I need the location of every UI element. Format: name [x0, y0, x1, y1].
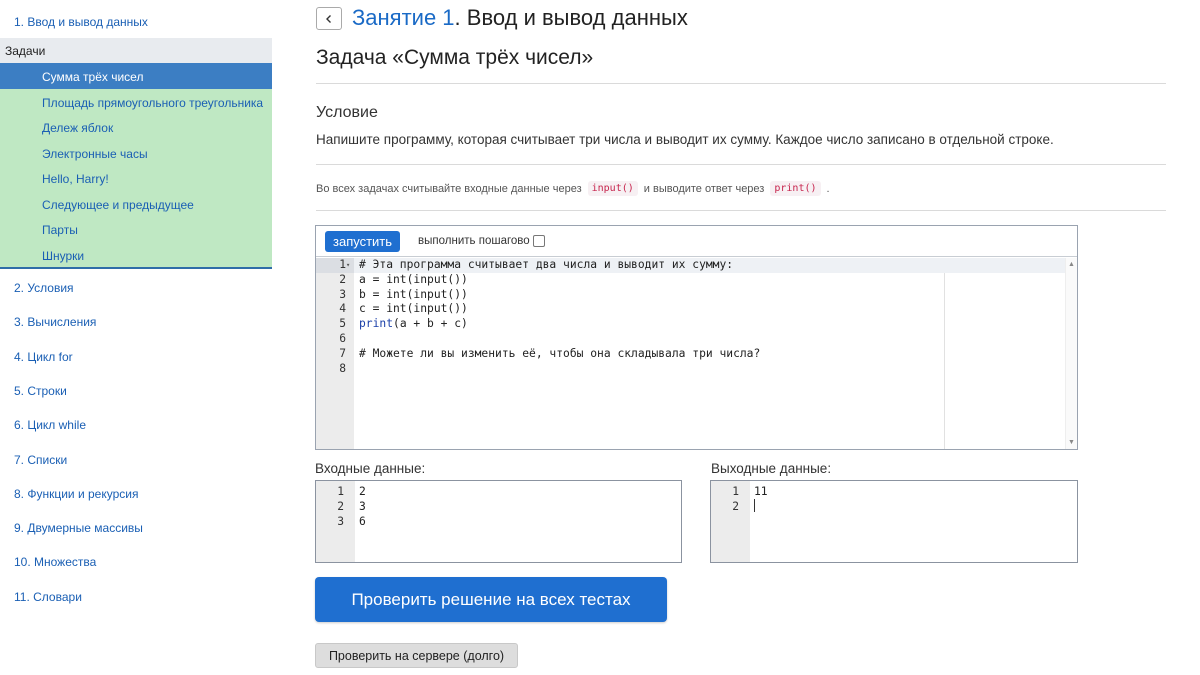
- chevron-left-icon: [326, 14, 331, 23]
- code-editor: запустить выполнить пошагово 1 ▾ # Эта про…: [315, 225, 1078, 450]
- task-title: Задача «Сумма трёх чисел»: [316, 46, 594, 69]
- code-line: 1 ▾ # Эта программа считывает два числа и …: [316, 258, 1065, 273]
- code-line: 4 c = int(input()): [316, 302, 1065, 317]
- sidebar-task-item[interactable]: Hello, Harry!: [0, 165, 272, 191]
- line-number: 7: [339, 346, 346, 360]
- run-button[interactable]: запустить: [325, 230, 401, 252]
- line-number: 8: [339, 361, 346, 375]
- line-number: 1: [337, 485, 344, 498]
- sidebar-task-item[interactable]: Парты: [0, 216, 272, 242]
- line-number: 2: [732, 500, 739, 513]
- line-number: 4: [339, 302, 346, 316]
- step-mode-toggle[interactable]: выполнить пошагово: [418, 235, 545, 247]
- sidebar-task-item[interactable]: Дележ яблок: [0, 114, 272, 140]
- line-number: 3: [337, 515, 344, 528]
- input-code-chip: input(): [587, 181, 638, 196]
- sidebar-task-item[interactable]: Площадь прямоугольного треугольника: [0, 89, 272, 115]
- code-line: 7 # Можете ли вы изменить её, чтобы она с…: [316, 347, 1065, 362]
- code-line: 8: [316, 362, 1065, 377]
- io-line: 23: [316, 499, 681, 514]
- sidebar-lesson-link[interactable]: 8. Функции и рекурсия: [14, 487, 138, 501]
- scroll-up-icon[interactable]: ▲: [1068, 261, 1075, 268]
- line-number: 3: [339, 287, 346, 301]
- scroll-down-icon[interactable]: ▼: [1068, 439, 1075, 446]
- code-line: 3 b = int(input()): [316, 288, 1065, 303]
- print-code-chip: print(): [770, 181, 821, 196]
- note-text: Во всех задачах считывайте входные данны…: [316, 182, 582, 195]
- sidebar-lesson-link[interactable]: 4. Цикл for: [14, 350, 73, 364]
- line-number: 2: [337, 500, 344, 513]
- lesson-number-link[interactable]: Занятие 1: [352, 5, 455, 30]
- code-line: 5 print(a + b + c): [316, 317, 1065, 332]
- check-on-server-button[interactable]: Проверить на сервере (долго): [315, 643, 518, 668]
- sidebar-task-item[interactable]: Следующее и предыдущее: [0, 191, 272, 217]
- input-label: Входные данные:: [315, 461, 426, 476]
- io-text: 2: [359, 485, 366, 498]
- sidebar-lesson-link[interactable]: 2. Условия: [14, 281, 74, 295]
- sidebar-task-item[interactable]: Сумма трёх чисел: [0, 63, 272, 89]
- code-text: c = int(input()): [359, 302, 468, 316]
- code-line: 2 a = int(input()): [316, 273, 1065, 288]
- code-text: # Эта программа считывает два числа и вы…: [359, 258, 734, 271]
- condition-text: Напишите программу, которая считывает тр…: [316, 132, 1054, 147]
- sidebar-lesson-link[interactable]: 10. Множества: [14, 555, 96, 569]
- sidebar-task-item[interactable]: Шнурки: [0, 242, 272, 268]
- lesson-title: Занятие 1. Ввод и вывод данных: [352, 5, 688, 31]
- divider: [316, 83, 1166, 84]
- sidebar-lesson-link[interactable]: 5. Строки: [14, 384, 67, 398]
- lesson-title-text: . Ввод и вывод данных: [454, 5, 688, 30]
- tasks-section-header: Задачи: [0, 38, 272, 63]
- keyword-token: print: [359, 317, 394, 331]
- sidebar-lesson-link-1[interactable]: 1. Ввод и вывод данных: [14, 15, 148, 29]
- line-number: 6: [339, 332, 346, 345]
- code-text: a = int(input()): [359, 272, 468, 286]
- sidebar-lesson-link[interactable]: 3. Вычисления: [14, 315, 96, 329]
- io-note: Во всех задачах считывайте входные данны…: [316, 181, 830, 196]
- io-line: 12: [316, 484, 681, 499]
- io-text: 11: [754, 485, 768, 498]
- code-text: # Можете ли вы изменить её, чтобы она ск…: [359, 346, 761, 360]
- input-data-field[interactable]: 122336: [315, 480, 682, 563]
- code-area[interactable]: 1 ▾ # Эта программа считывает два числа и …: [316, 258, 1077, 449]
- code-text: print(a + b + c): [359, 317, 468, 331]
- sidebar-task-item[interactable]: Электронные часы: [0, 140, 272, 166]
- line-number: 5: [339, 317, 346, 331]
- editor-scrollbar[interactable]: ▲ ▼: [1065, 258, 1077, 449]
- editor-toolbar: запустить выполнить пошагово: [316, 226, 1077, 257]
- check-all-tests-button[interactable]: Проверить решение на всех тестах: [315, 577, 667, 622]
- io-line: 2: [711, 499, 1077, 514]
- line-number: 1: [732, 485, 739, 498]
- sidebar-lesson-link[interactable]: 7. Списки: [14, 453, 67, 467]
- note-text: и выводите ответ через: [643, 182, 765, 195]
- condition-label: Условие: [316, 104, 378, 121]
- output-label: Выходные данные:: [711, 461, 832, 476]
- line-number: 2: [339, 272, 346, 286]
- io-text: 6: [359, 515, 366, 528]
- code-line: 6: [316, 332, 1065, 347]
- fold-icon[interactable]: ▾: [346, 258, 350, 273]
- step-mode-checkbox[interactable]: [532, 235, 545, 247]
- io-line: 36: [316, 514, 681, 529]
- io-text: 3: [359, 500, 366, 513]
- sidebar-lesson-link[interactable]: 11. Словари: [14, 590, 82, 604]
- io-line: 1 11: [711, 484, 1077, 499]
- sidebar: 1. Ввод и вывод данных Задачи Сумма трёх…: [0, 0, 272, 675]
- sidebar-lesson-link[interactable]: 6. Цикл while: [14, 418, 86, 432]
- divider: [316, 210, 1166, 211]
- note-text: .: [826, 182, 830, 195]
- sidebar-lesson-link[interactable]: 9. Двумерные массивы: [14, 521, 143, 535]
- code-text: b = int(input()): [359, 287, 468, 301]
- back-button[interactable]: [316, 7, 342, 30]
- output-data-field[interactable]: 1 11 2: [710, 480, 1078, 563]
- task-list: Сумма трёх чисел Площадь прямоугольного т…: [0, 63, 272, 269]
- divider: [316, 164, 1166, 165]
- step-mode-label: выполнить пошагово: [418, 235, 530, 247]
